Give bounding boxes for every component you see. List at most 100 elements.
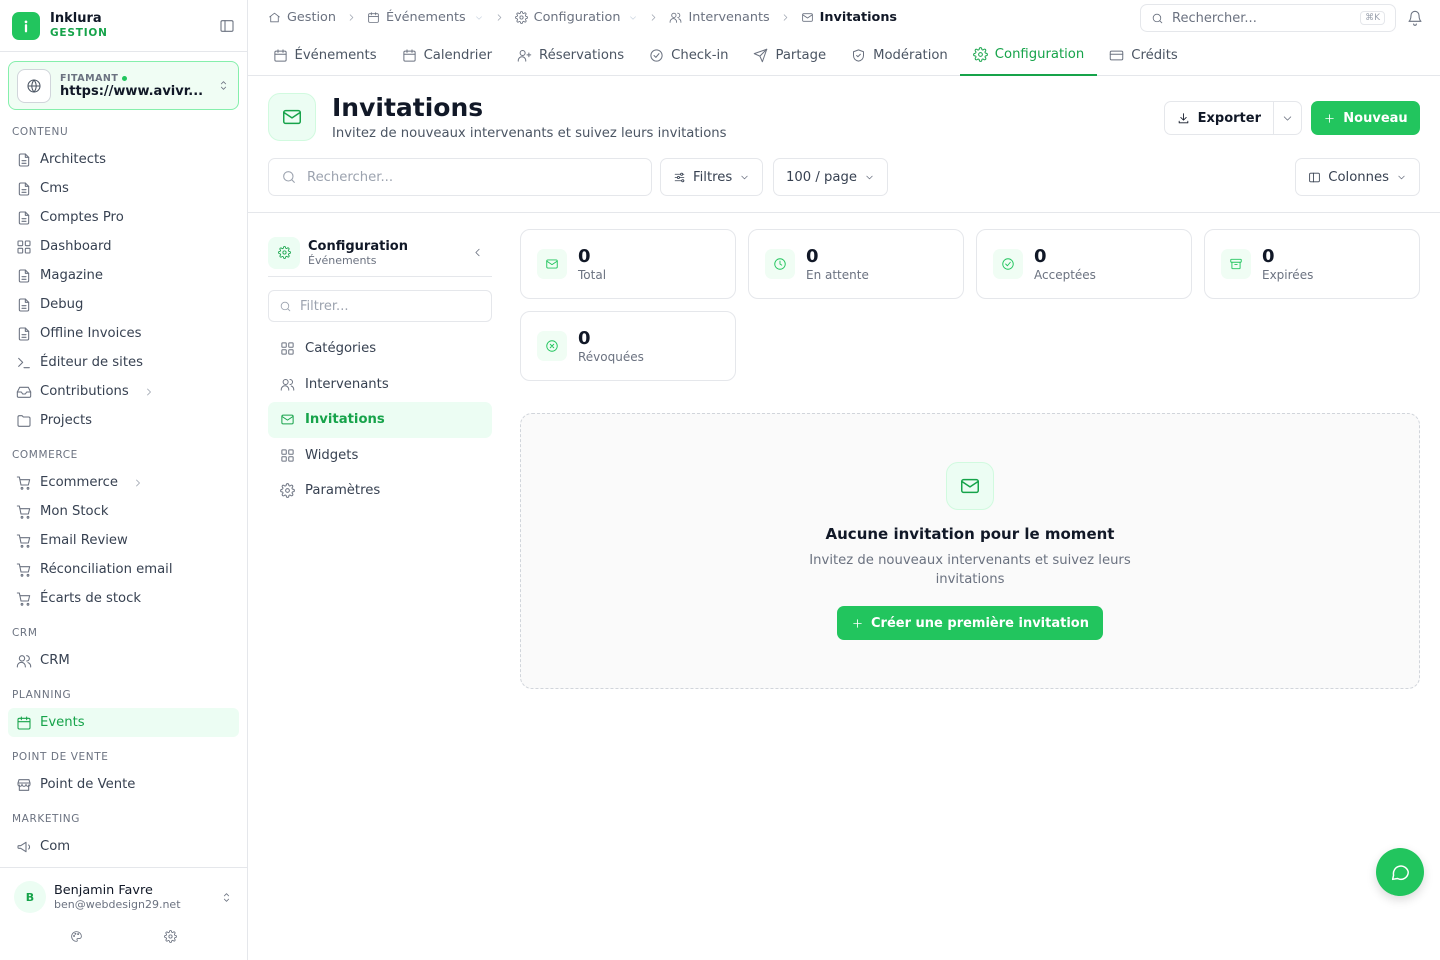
export-menu-button[interactable] (1274, 102, 1301, 134)
stat-value: 0 (578, 246, 591, 267)
sidebar-item-label: Contributions (40, 384, 129, 399)
tab-partage[interactable]: Partage (741, 35, 839, 76)
sidebar-item-reconciliation-email[interactable]: Réconciliation email (8, 555, 239, 584)
config-nav-item-widgets[interactable]: Widgets (268, 438, 492, 474)
nav-section-title: COMMERCE (12, 449, 78, 461)
user-menu[interactable]: B Benjamin Favre ben@webdesign29.net (0, 868, 247, 926)
sidebar-item-point-de-vente[interactable]: Point de Vente (8, 770, 239, 799)
avatar: B (14, 881, 46, 913)
create-first-invitation-label: Créer une première invitation (871, 615, 1089, 631)
create-first-invitation-button[interactable]: Créer une première invitation (837, 606, 1103, 640)
per-page-select[interactable]: 100 / page (773, 158, 888, 196)
sidebar-item-debug[interactable]: Debug (8, 290, 239, 319)
new-button[interactable]: Nouveau (1311, 101, 1420, 135)
sidebar-item-dashboard[interactable]: Dashboard (8, 232, 239, 261)
cart-icon (16, 475, 32, 491)
x-circle-icon (545, 339, 559, 353)
gear-icon (280, 483, 295, 498)
stat-value: 0 (806, 246, 819, 267)
stat-card-acceptees: 0 Acceptées (976, 229, 1192, 299)
sidebar-item-crm[interactable]: CRM (8, 646, 239, 675)
sidebar-item-label: Point de Vente (40, 777, 136, 792)
sidebar-item-cms[interactable]: Cms (8, 174, 239, 203)
send-icon (753, 48, 768, 63)
cart-icon (16, 504, 32, 520)
cart-icon (16, 533, 32, 549)
users-icon (669, 11, 682, 24)
chevron-down-icon[interactable] (628, 13, 638, 23)
clock-icon (773, 257, 787, 271)
bell-icon[interactable] (1407, 10, 1423, 26)
sidebar-item-editeur-de-sites[interactable]: Éditeur de sites (8, 348, 239, 377)
config-nav-item-categories[interactable]: Catégories (268, 331, 492, 367)
chevron-down-icon[interactable] (474, 13, 484, 23)
breadcrumb-intervenants[interactable]: Intervenants (688, 10, 769, 25)
grid-icon (280, 341, 295, 356)
tab-credits[interactable]: Crédits (1097, 35, 1191, 76)
config-nav-item-invitations[interactable]: Invitations (268, 402, 492, 438)
sliders-icon (673, 171, 686, 184)
sidebar-item-label: Magazine (40, 268, 103, 283)
stat-card-revoquees: 0 Révoquées (520, 311, 736, 381)
sidebar-item-label: Mon Stock (40, 504, 109, 519)
chevron-updown-icon (217, 79, 230, 92)
sidebar-item-comptes-pro[interactable]: Comptes Pro (8, 203, 239, 232)
breadcrumb-gestion[interactable]: Gestion (287, 10, 336, 25)
filter-bar: Rechercher... Filtres 100 / page Colonne… (268, 158, 1420, 196)
empty-state: Aucune invitation pour le moment Invitez… (520, 413, 1420, 689)
chevron-down-icon (1281, 112, 1294, 125)
sidebar-item-architects[interactable]: Architects (8, 145, 239, 174)
columns-button[interactable]: Colonnes (1295, 158, 1420, 196)
sidebar-item-label: Cms (40, 181, 69, 196)
palette-icon[interactable] (70, 930, 83, 943)
sidebar-item-label: CRM (40, 653, 70, 668)
config-nav-item-intervenants[interactable]: Intervenants (268, 367, 492, 403)
tab-evenements[interactable]: Événements (260, 35, 389, 76)
stat-label: Acceptées (1034, 268, 1096, 282)
sidebar-item-ecarts-de-stock[interactable]: Écarts de stock (8, 584, 239, 613)
sidebar-item-ecommerce[interactable]: Ecommerce (8, 468, 239, 497)
breadcrumb-evenements[interactable]: Événements (386, 10, 466, 25)
chevron-left-icon[interactable] (471, 246, 484, 259)
tab-moderation[interactable]: Modération (839, 35, 961, 76)
config-nav-subtitle: Événements (308, 253, 377, 267)
global-search[interactable]: Rechercher... ⌘K (1140, 4, 1396, 32)
stat-icon-wrap (1221, 249, 1251, 279)
config-filter-input[interactable]: Filtrer... (268, 290, 492, 322)
tab-configuration[interactable]: Configuration (960, 35, 1097, 76)
site-selector[interactable]: FITAMANT https://www.avivr... (8, 61, 239, 110)
file-icon (16, 268, 32, 284)
sidebar-item-mon-stock[interactable]: Mon Stock (8, 497, 239, 526)
sidebar-item-email-review[interactable]: Email Review (8, 526, 239, 555)
export-button[interactable]: Exporter (1165, 102, 1274, 134)
sidebar-toggle-icon[interactable] (219, 18, 235, 34)
tab-check-in[interactable]: Check-in (637, 35, 741, 76)
tab-calendrier[interactable]: Calendrier (389, 35, 504, 76)
stat-card-en-attente: 0 En attente (748, 229, 964, 299)
tab-reservations[interactable]: Réservations (505, 35, 637, 76)
sidebar-item-contributions[interactable]: Contributions (8, 377, 239, 406)
sidebar-item-offline-invoices[interactable]: Offline Invoices (8, 319, 239, 348)
mail-icon (268, 93, 316, 141)
sidebar-item-label: Events (40, 715, 85, 730)
sidebar-item-com[interactable]: Com (8, 832, 239, 861)
sidebar-item-events[interactable]: Events (8, 708, 239, 737)
breadcrumb: Gestion Événements Configuration Interve… (268, 10, 897, 25)
nav-section-title: PLANNING (12, 689, 72, 701)
chat-button[interactable] (1376, 848, 1424, 896)
gear-icon[interactable] (164, 930, 177, 943)
tab-label: Crédits (1131, 48, 1178, 63)
file-icon (16, 152, 32, 168)
breadcrumb-configuration[interactable]: Configuration (534, 10, 621, 25)
stat-card-expirees: 0 Expirées (1204, 229, 1420, 299)
plus-icon (851, 617, 864, 630)
per-page-value: 100 / page (786, 169, 857, 185)
config-nav-item-parametres[interactable]: Paramètres (268, 473, 492, 509)
sidebar-item-projects[interactable]: Projects (8, 406, 239, 435)
search-input[interactable]: Rechercher... (268, 158, 652, 196)
filters-button[interactable]: Filtres (660, 158, 764, 196)
sidebar-item-magazine[interactable]: Magazine (8, 261, 239, 290)
shortcut-badge: ⌘K (1360, 11, 1385, 25)
store-icon (16, 777, 32, 793)
nav-section-title: POINT DE VENTE (12, 751, 109, 763)
